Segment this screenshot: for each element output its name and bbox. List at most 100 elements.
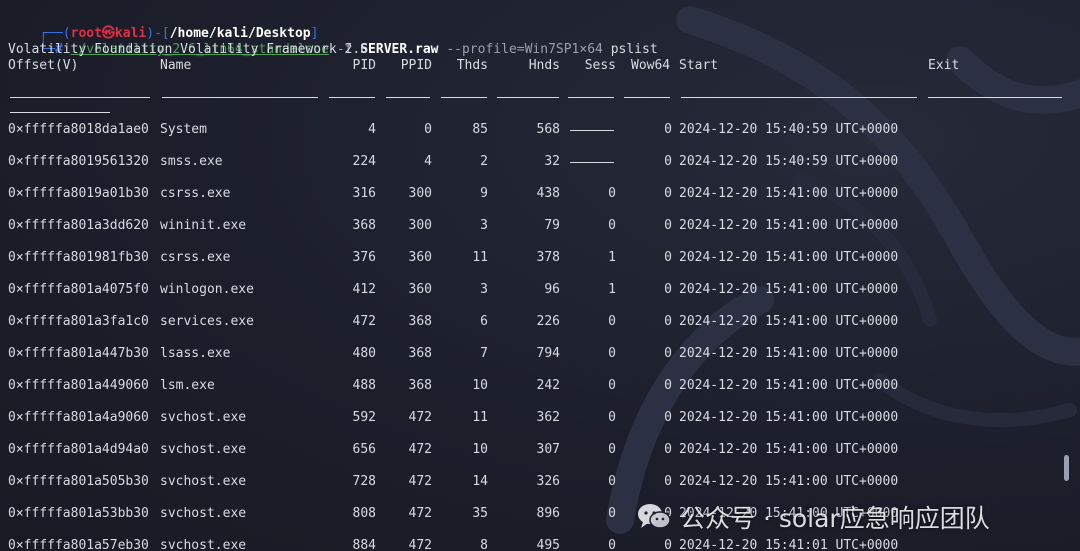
cell-hnds: 794 [536,346,560,361]
prompt-line: ┌──(root㉿kali)-[/home/kali/Desktop] [8,10,318,41]
cell-name: csrss.exe [160,186,231,201]
cell-thds: 3 [480,218,488,233]
cell-ppid: 472 [408,442,432,457]
watermark-text: 公众号 · solar应急响应团队 [680,504,990,533]
cell-thds: 14 [472,474,488,489]
cell-pid: 884 [352,538,376,551]
cell-start: 2024-12-20 15:41:00 UTC+0000 [679,378,899,393]
header-hnds: Hnds [528,58,560,73]
cell-offset: 0×fffffa801a447b30 [8,346,149,361]
command-profile: --profile=Win7SP1×64 [438,42,603,57]
cell-ppid: 472 [408,474,432,489]
cell-hnds: 378 [536,250,560,265]
cell-sess: 0 [608,346,616,361]
cell-name: wininit.exe [160,218,247,233]
cell-name: svchost.exe [160,474,247,489]
cell-ppid: 472 [408,538,432,551]
cell-name: smss.exe [160,154,223,169]
cell-hnds: 326 [536,474,560,489]
cell-pid: 376 [352,250,376,265]
cell-pid: 412 [352,282,376,297]
cell-pid: 808 [352,506,376,521]
header-wow64: Wow64 [631,58,671,73]
cell-start: 2024-12-20 15:41:00 UTC+0000 [679,250,899,265]
cell-wow64: 0 [664,474,672,489]
cell-sess: 1 [608,250,616,265]
cell-start: 2024-12-20 15:41:00 UTC+0000 [679,186,899,201]
cell-start: 2024-12-20 15:41:00 UTC+0000 [679,346,899,361]
cell-ppid: 300 [408,186,432,201]
terminal-window[interactable]: ┌──(root㉿kali)-[/home/kali/Desktop] └─# … [8,8,1072,551]
cell-offset: 0×fffffa801a4d94a0 [8,442,149,457]
watermark: 公众号 · solar应急响应团队 [636,500,990,534]
cell-hnds: 495 [536,538,560,551]
scrollbar-thumb[interactable] [1064,455,1069,481]
cell-offset: 0×fffffa801a449060 [8,378,149,393]
cell-offset: 0×fffffa801a4a9060 [8,410,149,425]
cell-ppid: 368 [408,314,432,329]
cell-thds: 10 [472,378,488,393]
rule-wow64 [624,97,670,98]
cell-name: lsm.exe [160,378,215,393]
rule-thds [441,97,487,98]
rule-pid [329,97,375,98]
cell-hnds: 32 [544,154,560,169]
cell-name: services.exe [160,314,254,329]
cell-thds: 6 [480,314,488,329]
cell-pid: 728 [352,474,376,489]
cell-ppid: 360 [408,250,432,265]
rule-wrap [10,112,110,113]
cell-wow64: 0 [664,122,672,137]
cell-sess: 0 [608,474,616,489]
cell-hnds: 307 [536,442,560,457]
command-line[interactable]: └─# ./volatility_2.6_lin64_standalone -f… [8,26,657,57]
header-ppid: PPID [400,58,432,73]
cell-start: 2024-12-20 15:41:01 UTC+0000 [679,538,899,551]
cell-hnds: 568 [536,122,560,137]
cell-offset: 0×fffffa8019a01b30 [8,186,149,201]
cell-pid: 656 [352,442,376,457]
rule-name [162,97,318,98]
cell-name: svchost.exe [160,538,247,551]
cell-name: svchost.exe [160,442,247,457]
cell-start: 2024-12-20 15:41:00 UTC+0000 [679,474,899,489]
command-file: SERVER.raw [360,42,439,57]
cell-ppid: 360 [408,282,432,297]
cell-thds: 85 [472,122,488,137]
header-exit: Exit [928,58,960,73]
cell-pid: 316 [352,186,376,201]
cell-wow64: 0 [664,282,672,297]
cell-offset: 0×fffffa8019561320 [8,154,149,169]
cell-ppid: 0 [424,122,432,137]
rule-hnds [497,97,559,98]
cell-pid: 224 [352,154,376,169]
cell-ppid: 472 [408,410,432,425]
cell-ppid: 368 [408,378,432,393]
header-thds: Thds [456,58,488,73]
cell-offset: 0×fffffa801a3fa1c0 [8,314,149,329]
cell-start: 2024-12-20 15:41:00 UTC+0000 [679,410,899,425]
cell-start: 2024-12-20 15:41:00 UTC+0000 [679,314,899,329]
cell-offset: 0×fffffa801a53bb30 [8,506,149,521]
cell-name: lsass.exe [160,346,231,361]
rule-exit [928,97,1062,98]
cell-wow64: 0 [664,410,672,425]
cell-offset: 0×fffffa801a3dd620 [8,218,149,233]
cell-sess: 0 [608,314,616,329]
cell-sess: 0 [608,506,616,521]
cell-hnds: 96 [544,282,560,297]
rule-ppid [386,97,430,98]
cell-wow64: 0 [664,442,672,457]
cell-hnds: 896 [536,506,560,521]
cell-offset: 0×fffffa801981fb30 [8,250,149,265]
header-start: Start [679,58,719,73]
cell-sess: 0 [608,378,616,393]
header-offset: Offset(V) [8,58,79,73]
cell-start: 2024-12-20 15:40:59 UTC+0000 [679,154,899,169]
cell-sess: 1 [608,282,616,297]
cell-start: 2024-12-20 15:41:00 UTC+0000 [679,218,899,233]
cell-pid: 472 [352,314,376,329]
cell-ppid: 472 [408,506,432,521]
cell-sess: 0 [608,410,616,425]
cell-wow64: 0 [664,346,672,361]
